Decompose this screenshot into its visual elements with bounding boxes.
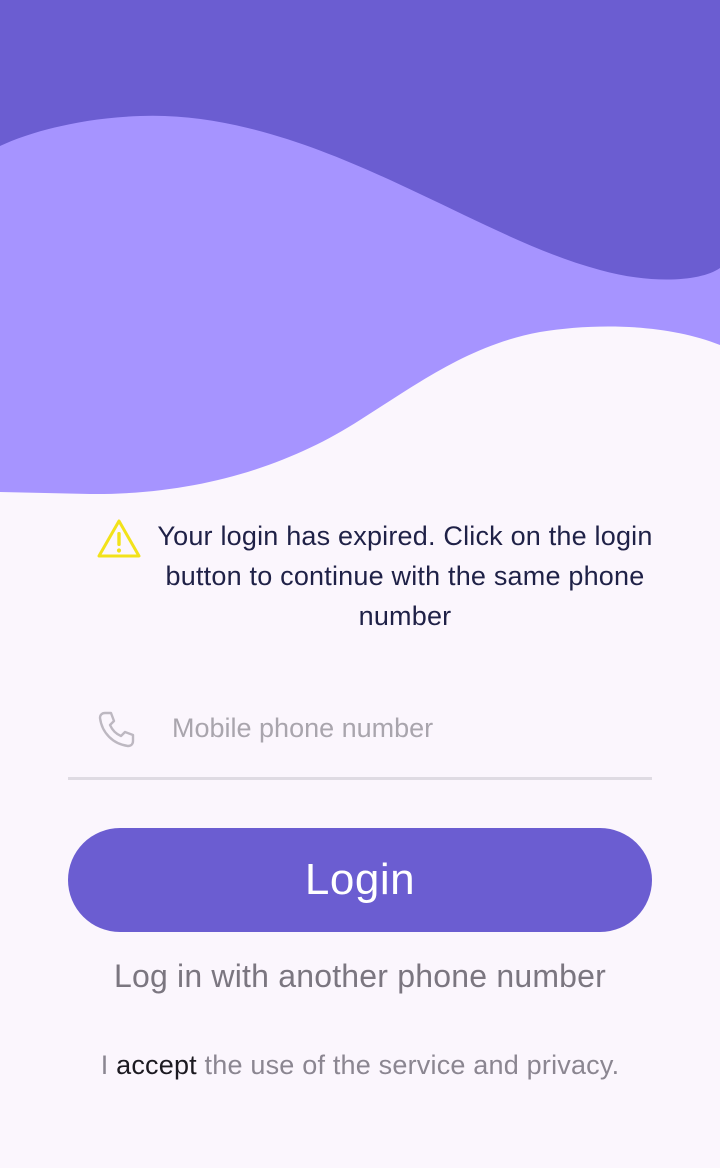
terms-notice: I accept the use of the service and priv… — [0, 1050, 720, 1081]
phone-field[interactable] — [68, 680, 652, 780]
terms-prefix: I — [100, 1050, 117, 1080]
accept-terms-link[interactable]: accept — [116, 1050, 197, 1080]
terms-suffix: the use of the service and privacy. — [196, 1050, 620, 1080]
notice-message: Your login has expired. Click on the log… — [157, 521, 653, 631]
warning-triangle-icon — [97, 519, 141, 558]
phone-icon — [98, 711, 135, 747]
session-expired-notice: Your login has expired. Click on the log… — [96, 516, 656, 636]
alt-phone-login-link[interactable]: Log in with another phone number — [0, 958, 720, 995]
header-wave-decoration — [0, 0, 720, 500]
login-button[interactable]: Login — [68, 828, 652, 932]
login-screen: Your login has expired. Click on the log… — [0, 0, 720, 1168]
mobile-phone-input[interactable] — [172, 698, 612, 759]
